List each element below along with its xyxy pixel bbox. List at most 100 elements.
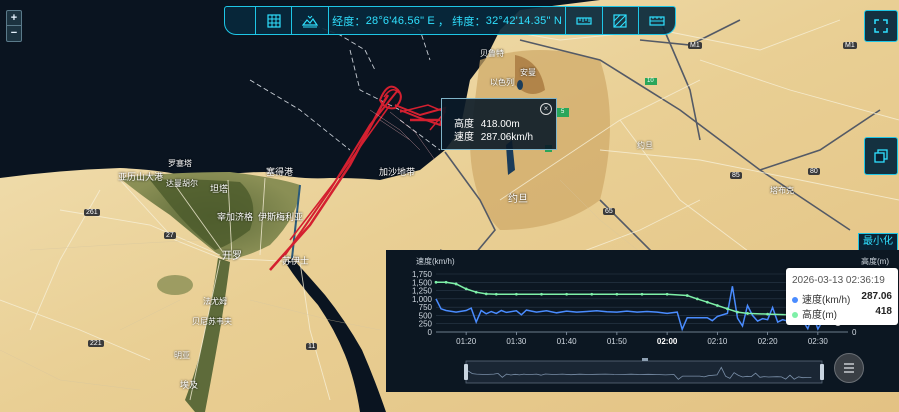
- grid-button[interactable]: [256, 7, 293, 34]
- panel-toggle-button[interactable]: [864, 137, 898, 175]
- altitude-point: [736, 310, 739, 314]
- minimize-chart-button[interactable]: 最小化: [858, 233, 898, 251]
- chart-series: [434, 280, 842, 332]
- altitude-point: [444, 280, 448, 284]
- y-axis-left-label: 速度(km/h): [416, 256, 455, 266]
- place-fayoum: 法尤姆: [203, 297, 227, 306]
- grid-icon: [266, 13, 281, 28]
- zoom-out-button[interactable]: −: [7, 26, 21, 40]
- y-tick-label: 1,750: [412, 270, 433, 279]
- road-shield-261: 261: [84, 209, 100, 216]
- altitude-point: [474, 290, 478, 294]
- y-tick-label: 1,000: [412, 295, 433, 304]
- ruler-button[interactable]: [566, 7, 603, 34]
- road-shield-27: 27: [164, 232, 176, 239]
- data-zoom-left-handle[interactable]: [464, 364, 468, 380]
- x-tick-label: 01:40: [557, 337, 578, 346]
- place-jordan-2: 约旦: [637, 141, 653, 150]
- place-port-said: 塞得港: [266, 167, 294, 177]
- coordinate-readout: 经度： 28°6'46.56" E，纬度： 32°42'14.35" N: [329, 7, 566, 34]
- data-zoom-slider[interactable]: [464, 358, 824, 384]
- x-tick-label: 02:00: [657, 337, 678, 346]
- tooltip-speed-value: 287.06: [861, 291, 892, 302]
- place-beirut: 贝鲁特: [480, 49, 504, 58]
- y-tick-label: 500: [419, 311, 433, 320]
- x-axis-ticks: 01:20 01:30 01:40 01:50 02:00 02:10 02:20 02:30: [436, 331, 848, 346]
- x-tick-label: 01:50: [607, 337, 628, 346]
- speed-series-line: [435, 286, 839, 332]
- x-tick-label: 01:20: [456, 337, 477, 346]
- place-gaza: 加沙地带: [379, 167, 416, 177]
- altitude-legend-dot: [792, 312, 798, 319]
- map-toolbar: 经度： 28°6'46.56" E，纬度： 32°42'14.35" N: [224, 6, 676, 35]
- fullscreen-button[interactable]: [864, 10, 898, 42]
- layers-icon: [649, 15, 665, 26]
- speed-legend-dot: [792, 297, 798, 304]
- place-rosetta: 罗塞塔: [168, 159, 192, 168]
- area-measure-icon: [613, 13, 628, 28]
- place-zagazig: 宰加济格: [217, 212, 254, 222]
- data-zoom-grip[interactable]: [642, 358, 648, 361]
- altitude-point: [464, 287, 468, 291]
- area-measure-button[interactable]: [603, 7, 640, 34]
- place-ismailia: 伊斯梅利亚: [258, 212, 304, 222]
- place-damanhur: 达曼胡尔: [166, 179, 198, 188]
- data-zoom-track[interactable]: [465, 360, 823, 384]
- altitude-point: [484, 292, 488, 296]
- x-tick-label: 02:10: [707, 337, 728, 346]
- tooltip-time: 2026-03-13 02:36:19: [792, 275, 885, 286]
- road-shield-5: 5: [561, 109, 565, 115]
- altitude-point: [565, 292, 569, 296]
- altitude-point: [705, 300, 709, 304]
- toolbar-left-cap: [225, 7, 256, 34]
- tooltip-speed-row: 速度(km/h) 287.06: [792, 291, 892, 306]
- terrain-button[interactable]: [292, 7, 330, 34]
- popup-speed-value: 287.06km/h: [480, 132, 534, 143]
- altitude-point: [615, 292, 619, 296]
- altitude-point: [454, 282, 458, 286]
- y-axis-right-label: 高度(m): [861, 256, 889, 266]
- y-tick-label: 250: [419, 320, 433, 329]
- altitude-point: [685, 294, 689, 297]
- place-alexandria: 亚历山大港: [118, 172, 164, 182]
- zoom-in-button[interactable]: +: [7, 11, 21, 26]
- x-tick-label: 02:20: [758, 337, 779, 346]
- ruler-icon: [576, 16, 592, 25]
- place-israel: 以色列: [490, 78, 514, 87]
- altitude-point: [695, 297, 699, 301]
- road-shield-80: 80: [808, 168, 820, 175]
- position-popup: × 高度 418.00m 速度 287.06km/h: [441, 98, 557, 150]
- x-tick-label: 02:30: [808, 337, 829, 346]
- chart-menu-button[interactable]: [834, 353, 864, 383]
- place-tanta: 坦塔: [210, 184, 229, 194]
- altitude-point: [540, 292, 543, 296]
- lake: [517, 80, 523, 90]
- road-shield-m1: M1: [688, 42, 702, 49]
- data-zoom-right-handle[interactable]: [820, 364, 824, 380]
- terrain-icon: [302, 15, 319, 27]
- chart-tooltip: 2026-03-13 02:36:19 速度(km/h) 287.06 高度(m…: [786, 268, 898, 325]
- place-egypt: 埃及: [180, 380, 199, 390]
- tooltip-speed-label: 速度(km/h): [802, 295, 851, 306]
- x-tick-label: 01:30: [506, 337, 527, 346]
- altitude-point: [746, 312, 749, 315]
- longitude-label: 经度：: [332, 15, 366, 28]
- y-tick-label: 1,250: [412, 287, 433, 296]
- popup-speed: 速度 287.06km/h: [454, 128, 533, 143]
- place-saudi: 塔布克: [770, 186, 794, 195]
- coordinate-separator: ，: [437, 15, 450, 28]
- altitude-point: [494, 292, 498, 296]
- popup-speed-label: 速度: [454, 132, 474, 143]
- y-right-tick-label: 0: [852, 328, 857, 337]
- altitude-point: [514, 292, 518, 296]
- zoom-control: + −: [6, 10, 22, 42]
- altitude-point: [766, 312, 770, 316]
- layers-button[interactable]: [639, 7, 675, 34]
- road-shield-m1-2: M1: [843, 42, 857, 49]
- road-shield-221: 221: [88, 340, 104, 347]
- y-axis-left-ticks: 02505007501,0001,2501,5001,750: [412, 270, 433, 337]
- place-suez: 苏伊士: [282, 256, 310, 266]
- copy-icon: [874, 149, 888, 163]
- popup-close-button[interactable]: ×: [540, 103, 552, 115]
- place-cairo: 开罗: [222, 251, 242, 262]
